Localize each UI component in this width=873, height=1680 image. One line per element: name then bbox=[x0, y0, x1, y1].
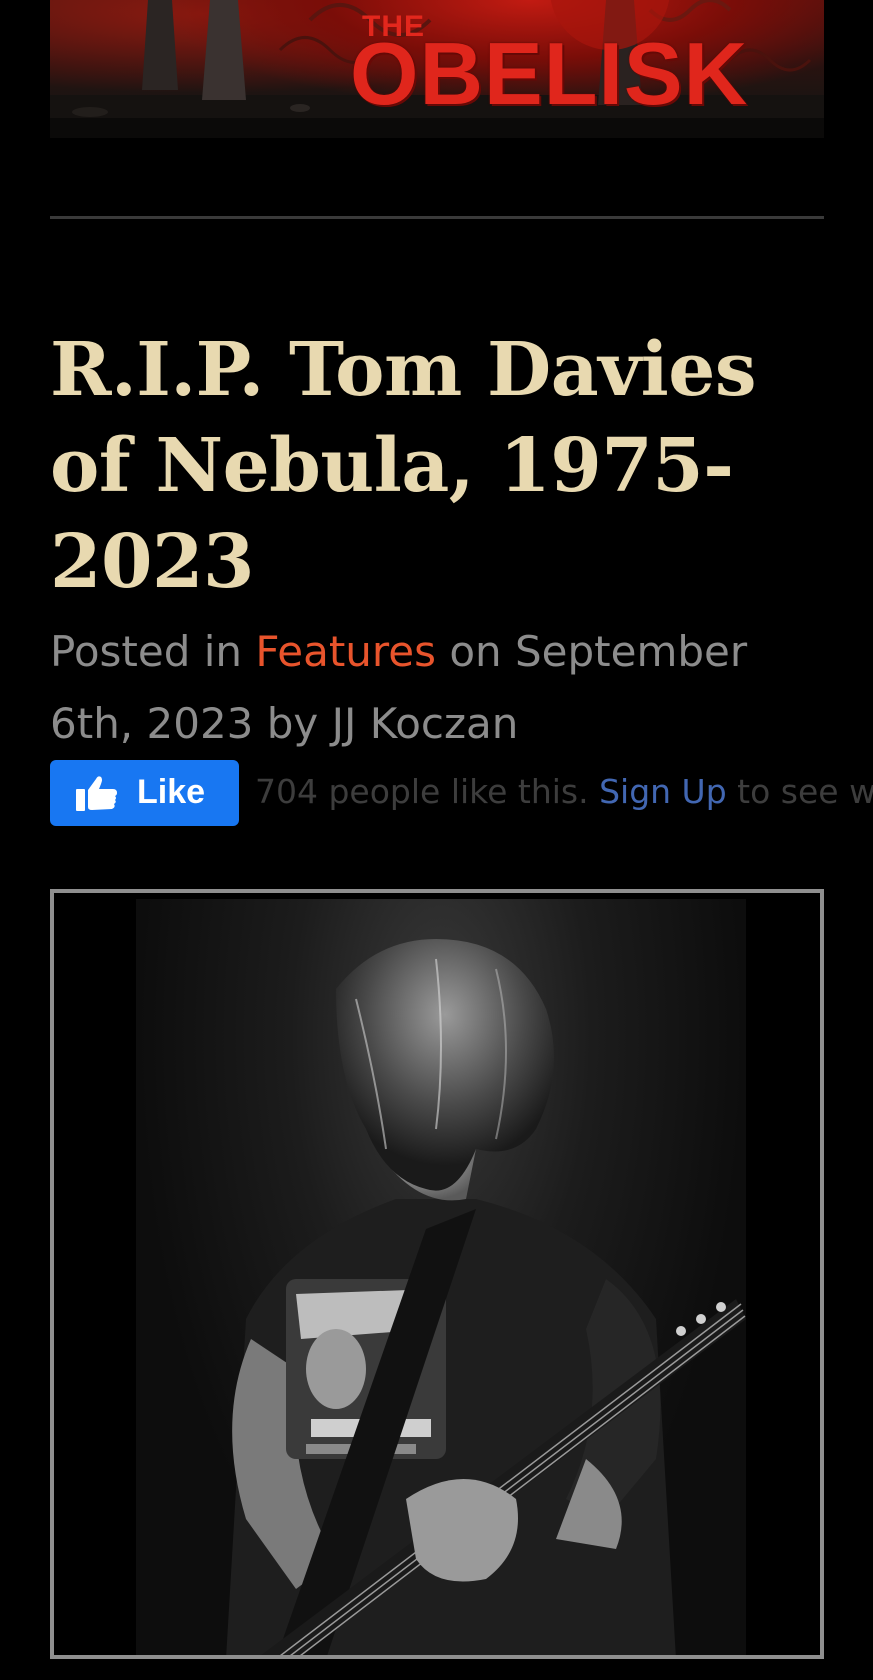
thumbs-up-icon bbox=[76, 775, 118, 816]
meta-prefix: Posted in bbox=[50, 627, 256, 676]
bassist-photo-illustration bbox=[226, 939, 746, 1655]
category-link-features[interactable]: Features bbox=[255, 627, 436, 676]
site-banner-logo[interactable]: THE OBELISK bbox=[50, 0, 824, 138]
like-count: 704 people like this. bbox=[255, 772, 589, 811]
like-trailing-text: to see wh bbox=[737, 772, 873, 811]
facebook-like-widget: Like 704 people like this. Sign Up to se… bbox=[50, 760, 873, 826]
featured-photo-bassist[interactable] bbox=[136, 899, 746, 1655]
logo-obelisk-text: OBELISK bbox=[350, 24, 749, 123]
featured-image-frame bbox=[50, 889, 824, 1659]
like-button-label: Like bbox=[137, 773, 206, 811]
header-divider bbox=[50, 216, 824, 219]
facebook-signup-link[interactable]: Sign Up bbox=[599, 772, 727, 811]
like-count-text: 704 people like this. Sign Up to see wh bbox=[255, 772, 873, 811]
post-title: R.I.P. Tom Davies of Nebula, 1975-2023 bbox=[50, 327, 757, 605]
facebook-like-button[interactable]: Like bbox=[50, 760, 239, 826]
post-meta: Posted in Features on September 6th, 202… bbox=[50, 616, 840, 760]
